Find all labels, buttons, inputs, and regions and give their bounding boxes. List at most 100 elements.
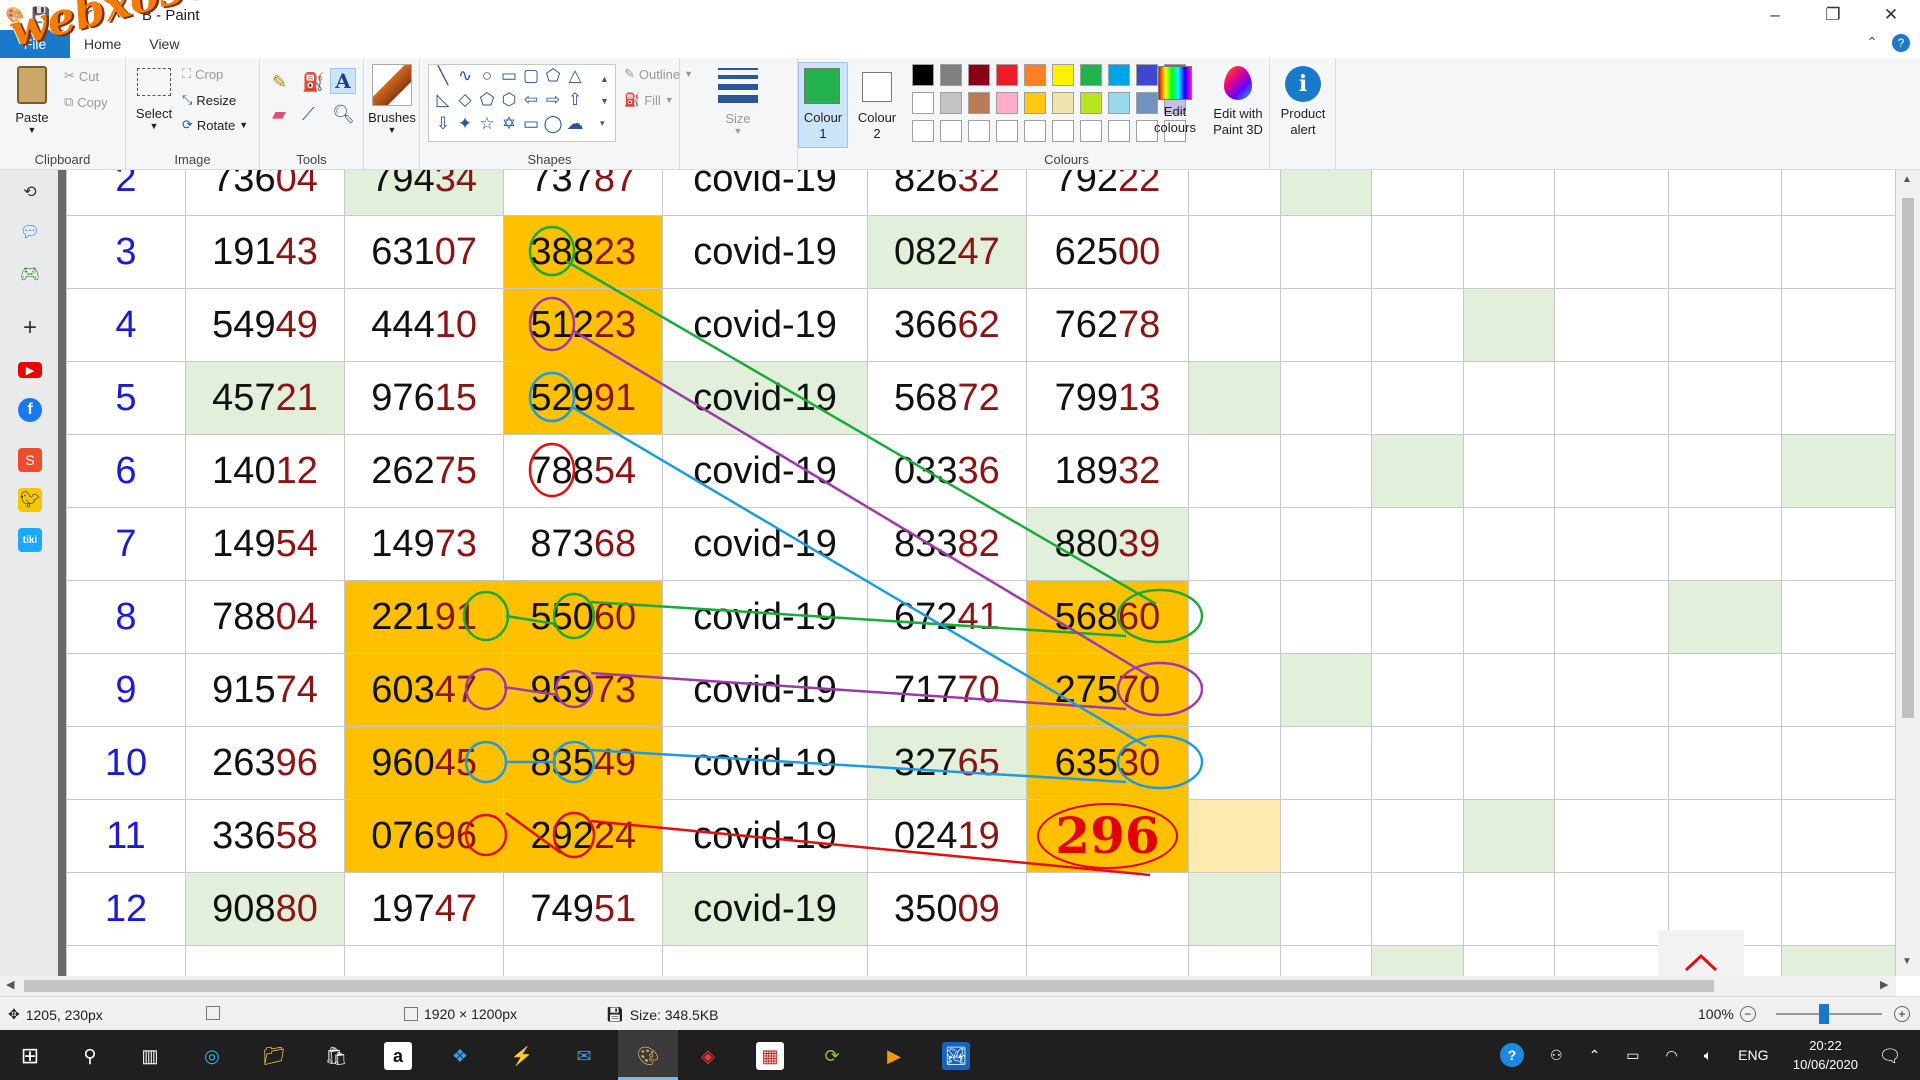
task-view-icon[interactable]: ▥	[136, 1042, 164, 1070]
vertical-scroll-thumb[interactable]	[1902, 198, 1914, 718]
clock[interactable]: 20:22 10/06/2020	[1793, 1036, 1858, 1074]
cut-button[interactable]: ✂ Cut	[64, 68, 99, 84]
palette-swatch[interactable]	[1024, 120, 1046, 142]
close-button[interactable]: ✕	[1862, 0, 1920, 30]
media-player-icon[interactable]: ▶	[880, 1042, 908, 1070]
crop-button[interactable]: ⛶ Crop	[182, 66, 223, 82]
palette-swatch[interactable]	[1080, 92, 1102, 114]
palette-swatch[interactable]	[940, 92, 962, 114]
eraser-icon[interactable]: ▰	[272, 104, 286, 125]
search-icon[interactable]: ⚲	[76, 1042, 104, 1070]
callout-shape-icon[interactable]: ▭	[520, 114, 542, 134]
palette-swatch[interactable]	[940, 120, 962, 142]
scroll-left-icon[interactable]: ◀	[6, 978, 14, 991]
edge-browser-icon[interactable]: ◎	[198, 1042, 226, 1070]
five-point-star-shape-icon[interactable]: ☆	[476, 114, 498, 134]
horizontal-scroll-thumb[interactable]	[24, 980, 1714, 992]
language-indicator[interactable]: ENG	[1738, 1047, 1768, 1063]
horizontal-scrollbar[interactable]: ◀ ▶	[0, 976, 1896, 996]
paint-canvas[interactable]: 2 73604 79434 73787 covid-19 82632 79222 3 19143…	[66, 170, 1896, 976]
calendar-app-icon[interactable]: ▦	[756, 1042, 784, 1070]
volume-icon[interactable]: 🔈︎	[1704, 1047, 1712, 1064]
edit-with-paint3d-button[interactable]: Edit with Paint 3D	[1208, 66, 1268, 138]
palette-swatch[interactable]	[1052, 120, 1074, 142]
facebook-icon[interactable]: f	[18, 398, 42, 422]
amazon-icon[interactable]: a	[384, 1042, 412, 1070]
size-button[interactable]: Size ▼	[716, 68, 760, 136]
help-tray-icon[interactable]: ?	[1500, 1043, 1524, 1067]
six-point-star-shape-icon[interactable]: ✡	[498, 114, 520, 134]
resize-button[interactable]: ⤡ Resize	[182, 92, 236, 108]
tools-app-icon[interactable]: ⟳	[818, 1042, 846, 1070]
palette-swatch[interactable]	[1024, 64, 1046, 86]
hexagon-shape-icon[interactable]: ⬡	[498, 90, 520, 110]
oval-callout-shape-icon[interactable]: ◯	[542, 114, 564, 134]
paint-taskbar-icon[interactable]: 🎨︎	[634, 1042, 662, 1070]
palette-swatch[interactable]	[1052, 92, 1074, 114]
palette-swatch[interactable]	[940, 64, 962, 86]
zoom-slider-track[interactable]	[1776, 1013, 1882, 1015]
polygon-shape-icon[interactable]: ⬠	[542, 66, 564, 86]
add-icon[interactable]: +	[18, 314, 42, 341]
fill-button[interactable]: ⛽ Fill ▼	[624, 92, 674, 108]
palette-swatch[interactable]	[1108, 120, 1130, 142]
down-arrow-shape-icon[interactable]: ⇩	[432, 114, 454, 134]
rounded-rectangle-shape-icon[interactable]: ▢	[520, 66, 542, 86]
palette-swatch[interactable]	[1108, 64, 1130, 86]
minimize-button[interactable]: –	[1746, 0, 1804, 30]
mail-icon[interactable]: ✉	[570, 1042, 598, 1070]
diamond-shape-icon[interactable]: ◇	[454, 90, 476, 110]
curve-shape-icon[interactable]: ∿	[454, 66, 476, 86]
history-icon[interactable]: ⟲	[18, 180, 42, 204]
youtube-icon[interactable]: ▶	[18, 362, 42, 378]
shapes-scroll-icon[interactable]: ▲ ▼ ▾	[600, 68, 609, 134]
windows-start-icon[interactable]: ⊞	[16, 1042, 44, 1070]
wifi-icon[interactable]: ◠	[1666, 1047, 1678, 1064]
shopee-icon[interactable]: S	[18, 448, 42, 472]
zoom-in-icon[interactable]: +	[1894, 1006, 1910, 1022]
palette-swatch[interactable]	[912, 120, 934, 142]
battery-icon[interactable]: ▭	[1626, 1047, 1639, 1064]
triangle-shape-icon[interactable]: △	[564, 66, 586, 86]
right-triangle-shape-icon[interactable]: ◺	[432, 90, 454, 110]
palette-swatch[interactable]	[1052, 64, 1074, 86]
palette-swatch[interactable]	[912, 92, 934, 114]
palette-swatch[interactable]	[1024, 92, 1046, 114]
palette-swatch[interactable]	[968, 92, 990, 114]
fill-bucket-icon[interactable]: ⛽	[302, 72, 324, 93]
image-viewer-icon[interactable]: 🏞︎	[942, 1042, 970, 1070]
zoom-out-icon[interactable]: −	[1739, 1006, 1756, 1022]
show-hidden-icons[interactable]: ⌃	[1589, 1047, 1601, 1064]
magnifier-icon[interactable]: 🔍︎	[332, 104, 355, 125]
scroll-up-icon[interactable]: ▲	[1902, 174, 1912, 185]
oval-shape-icon[interactable]: ○	[476, 66, 498, 86]
palette-swatch[interactable]	[912, 64, 934, 86]
power-automate-icon[interactable]: ⚡	[508, 1042, 536, 1070]
dropbox-icon[interactable]: ❖	[446, 1042, 474, 1070]
edit-colours-button[interactable]: Edit colours	[1148, 66, 1202, 136]
photos-app-icon[interactable]: ◈	[694, 1042, 722, 1070]
palette-swatch[interactable]	[996, 64, 1018, 86]
colour-picker-icon[interactable]: ⟋	[302, 104, 315, 125]
up-arrow-shape-icon[interactable]: ⇧	[564, 90, 586, 110]
scroll-right-icon[interactable]: ▶	[1880, 978, 1888, 991]
tiki-icon[interactable]: tiki	[18, 528, 42, 552]
pencil-icon[interactable]: ✎	[272, 72, 287, 93]
colour2-swatch[interactable]	[862, 72, 892, 102]
notifications-icon[interactable]: 🗨︎	[1876, 1042, 1904, 1070]
rotate-button[interactable]: ⟳ Rotate ▼	[182, 117, 248, 133]
line-shape-icon[interactable]: ╲	[432, 66, 454, 86]
bird-app-icon[interactable]: 🐦︎	[18, 488, 42, 512]
palette-swatch[interactable]	[968, 120, 990, 142]
scroll-down-icon[interactable]: ▼	[1902, 956, 1912, 967]
cloud-callout-shape-icon[interactable]: ☁	[564, 114, 586, 134]
zoom-slider-thumb[interactable]	[1818, 1004, 1829, 1024]
copy-button[interactable]: ⧉ Copy	[64, 94, 108, 110]
messenger-icon[interactable]: 💬︎	[18, 220, 42, 244]
rectangle-shape-icon[interactable]: ▭	[498, 66, 520, 86]
four-point-star-shape-icon[interactable]: ✦	[454, 114, 476, 134]
palette-swatch[interactable]	[1080, 120, 1102, 142]
gamepad-icon[interactable]: 🎮︎	[18, 262, 42, 286]
paste-button[interactable]: Paste ▼	[10, 66, 54, 135]
collapse-ribbon-icon[interactable]: ⌃	[1866, 34, 1878, 52]
